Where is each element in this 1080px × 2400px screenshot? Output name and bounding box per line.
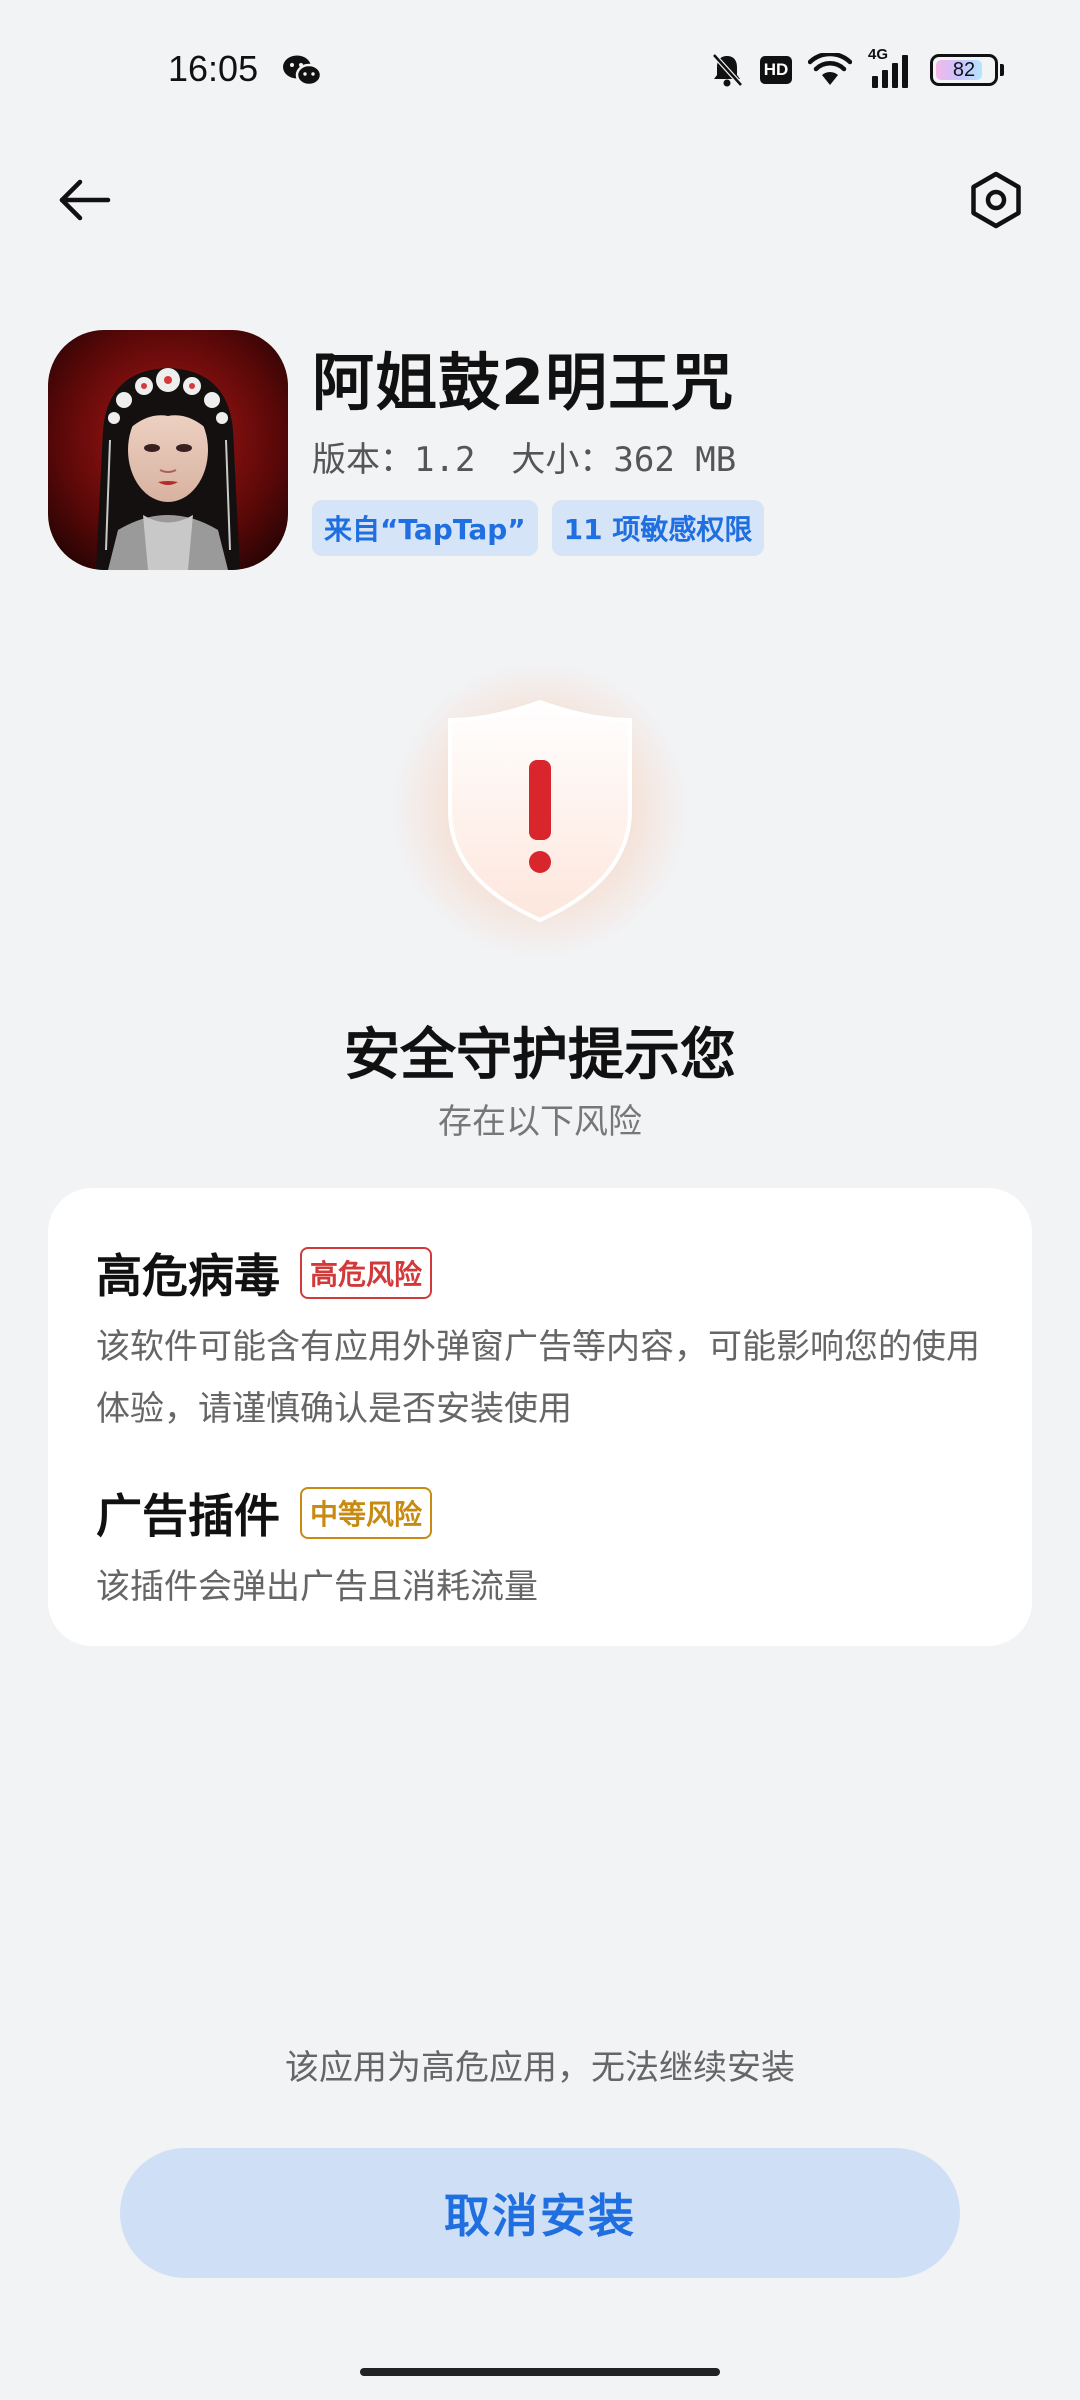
risk-description: 该软件可能含有应用外弹窗广告等内容，可能影响您的使用体验，请谨慎确认是否安装使用 — [96, 1327, 980, 1429]
warning-shield — [340, 650, 740, 970]
permissions-tag[interactable]: 11 项敏感权限 — [551, 500, 765, 556]
app-version: 版本：1.2 — [312, 440, 476, 480]
mute-bell-icon — [710, 52, 744, 88]
signal-icon: 4G — [868, 46, 914, 88]
risk-level-badge: 中等风险 — [300, 1487, 433, 1539]
shield-alert-icon — [448, 699, 632, 923]
app-icon — [48, 330, 288, 570]
wifi-icon — [808, 53, 852, 87]
battery-cap — [1000, 64, 1004, 76]
app-name: 阿姐鼓2明王咒 — [312, 346, 735, 419]
risk-item-virus: 高危病毒 高危风险 该软件可能含有应用外弹窗广告等内容，可能影响您的使用体验，请… — [96, 1240, 984, 1440]
install-blocked-notice: 该应用为高危应用，无法继续安装 — [285, 2048, 795, 2088]
status-time: 16:05 — [168, 48, 259, 89]
risk-card: 高危病毒 高危风险 该软件可能含有应用外弹窗广告等内容，可能影响您的使用体验，请… — [48, 1188, 1032, 1646]
status-icons: HD 4G 82 — [710, 46, 1004, 90]
arrow-left-icon — [59, 179, 111, 221]
app-meta: 版本：1.2 大小：362 MB — [312, 432, 772, 481]
app-tags: 来自“TapTap” 11 项敏感权限 — [312, 500, 765, 556]
risk-item-adware: 广告插件 中等风险 该插件会弹出广告且消耗流量 — [96, 1480, 984, 1618]
source-tag: 来自“TapTap” — [312, 500, 538, 556]
battery-body: 82 — [930, 54, 998, 86]
app-size: 大小：362 MB — [511, 440, 737, 480]
battery-level: 82 — [952, 58, 976, 81]
wechat-icon — [282, 54, 323, 88]
home-indicator[interactable] — [360, 2368, 720, 2376]
risk-head: 高危病毒 高危风险 — [96, 1240, 984, 1306]
risk-name: 高危病毒 — [96, 1249, 280, 1303]
risk-level-badge: 高危风险 — [300, 1247, 433, 1299]
safety-title: 安全守护提示您 — [344, 1023, 736, 1088]
cancel-install-label: 取消安装 — [444, 2189, 636, 2243]
hexagon-settings-icon — [971, 171, 1021, 229]
risk-name: 广告插件 — [96, 1489, 280, 1543]
safety-subtitle: 存在以下风险 — [438, 1102, 642, 1142]
back-button[interactable] — [48, 164, 120, 236]
settings-button[interactable] — [960, 164, 1032, 236]
status-bar: 16:05 HD 4G 82 — [0, 0, 1080, 140]
battery-icon: 82 — [930, 54, 1004, 86]
hd-icon: HD — [760, 56, 792, 84]
risk-description: 该插件会弹出广告且消耗流量 — [96, 1567, 538, 1607]
risk-head: 广告插件 中等风险 — [96, 1480, 984, 1546]
cancel-install-button[interactable]: 取消安装 — [120, 2148, 960, 2278]
